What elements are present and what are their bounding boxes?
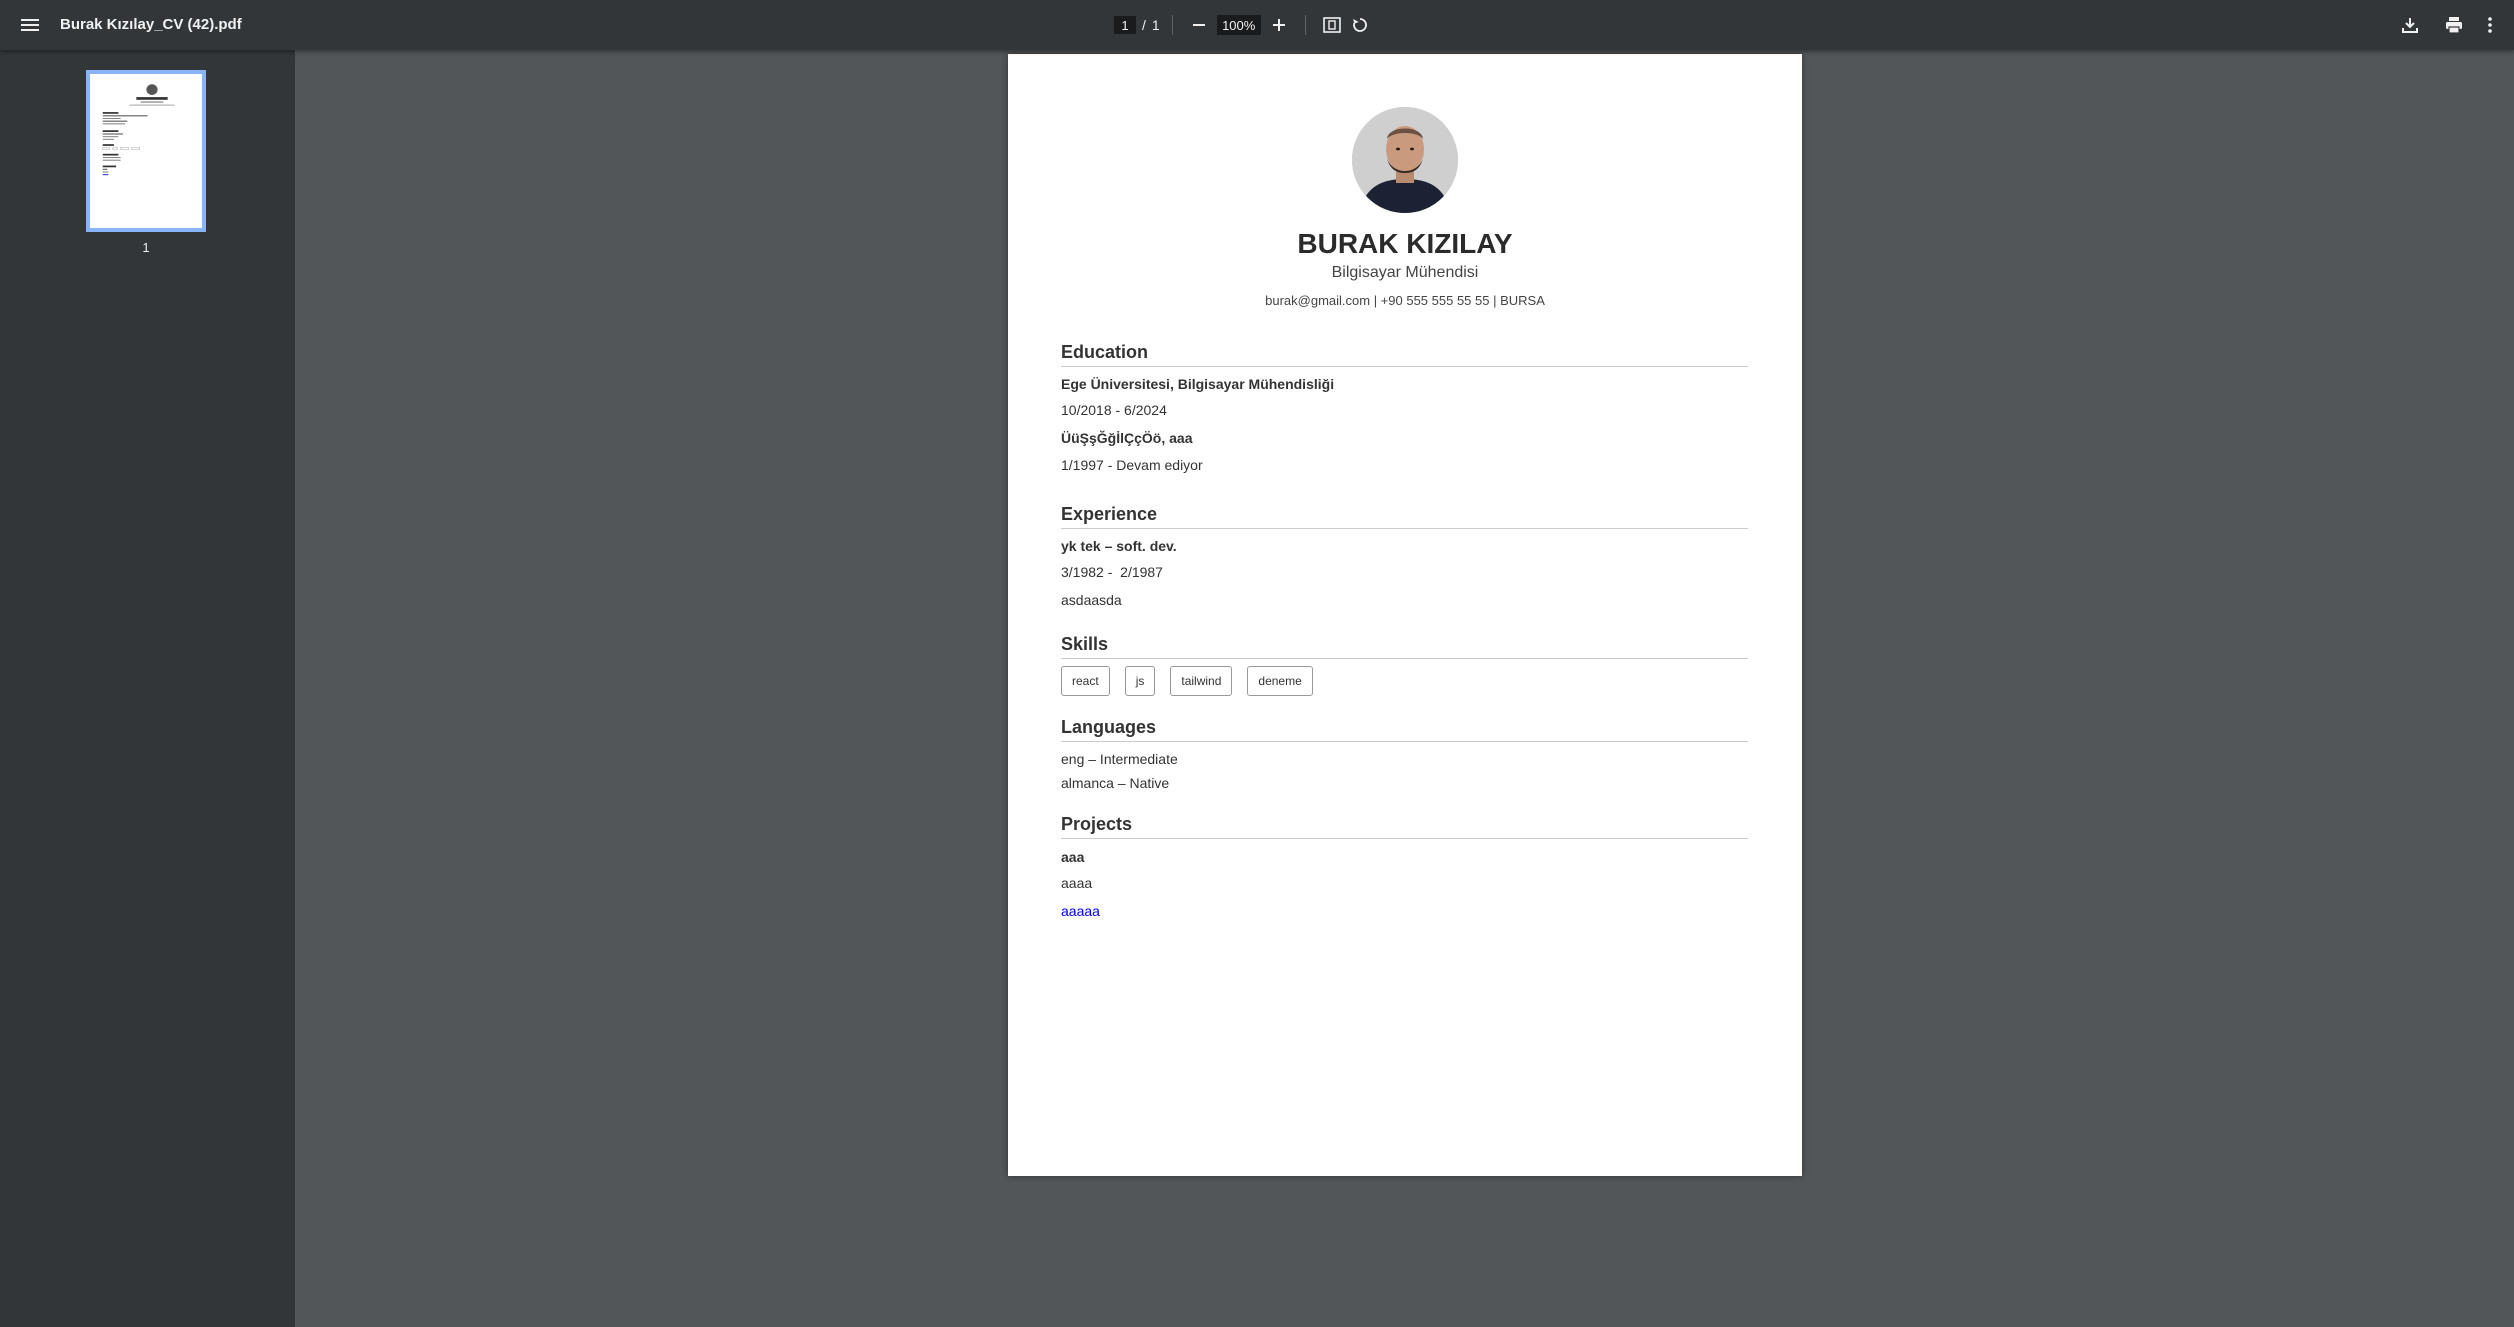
divider [1171,15,1173,35]
thumbnail-preview [102,84,175,176]
minus-icon [1192,24,1205,26]
rotate-button[interactable] [1346,11,1374,39]
skill-chip: deneme [1247,666,1313,696]
plus-icon [1272,19,1285,31]
pdf-toolbar: Burak Kızılay_CV (42).pdf / 1 [0,0,2514,50]
toolbar-actions [2396,0,2504,50]
download-button[interactable] [2396,11,2424,39]
more-vert-icon [2488,17,2492,33]
skills-heading: Skills [1061,634,1748,659]
education-item-title: Ege Üniversitesi, Bilgisayar Mühendisliğ… [1061,376,1335,392]
fit-to-page-button[interactable] [1318,11,1346,39]
education-item-dates: 1/1997 - Devam ediyor [1061,457,1203,473]
page-controls: / 1 [1114,0,1374,50]
cv-contact-info: burak@gmail.com | +90 555 555 55 55 | BU… [1265,293,1545,308]
experience-item-description: asdaasda [1061,592,1122,608]
zoom-out-button[interactable] [1185,11,1213,39]
download-icon [2402,18,2418,33]
skill-chip: js [1124,666,1156,696]
print-button[interactable] [2440,11,2468,39]
menu-icon[interactable] [18,13,42,37]
fit-page-icon [1322,17,1341,33]
rotate-icon [1352,18,1367,32]
total-pages: 1 [1151,17,1160,33]
project-item-title: aaa [1061,849,1085,865]
page-number-input[interactable] [1114,16,1136,34]
education-item-title: ÜüŞşĞğİlÇçÖö, aaa [1061,430,1193,446]
zoom-in-button[interactable] [1265,11,1293,39]
project-item-link[interactable]: aaaaa [1061,903,1100,919]
thumbnail-sidebar: 1 [0,50,295,1327]
language-item: eng – Intermediate [1061,751,1178,767]
education-heading: Education [1061,342,1748,367]
divider [1304,15,1306,35]
projects-heading: Projects [1061,814,1748,839]
languages-heading: Languages [1061,717,1748,742]
person-photo-icon [1352,107,1458,213]
skill-chip: tailwind [1170,666,1233,696]
thumbnail-page-number: 1 [142,240,150,255]
profile-photo [1352,107,1458,213]
print-icon [2446,17,2462,34]
more-options-button[interactable] [2476,11,2504,39]
experience-heading: Experience [1061,504,1748,529]
zoom-input[interactable] [1216,15,1261,35]
education-item-dates: 10/2018 - 6/2024 [1061,402,1167,418]
project-item-description: aaaa [1061,875,1093,891]
language-item: almanca – Native [1061,775,1170,791]
experience-item-title: yk tek – soft. dev. [1061,538,1177,554]
skills-list: react js tailwind deneme [1061,666,1313,696]
page-separator: / [1142,17,1146,33]
cv-job-title: Bilgisayar Mühendisi [1331,264,1479,281]
pdf-page: BURAK KIZILAY Bilgisayar Mühendisi burak… [1008,54,1802,1176]
cv-name: BURAK KIZILAY [1297,228,1513,259]
experience-item-dates: 3/1982 - 2/1987 [1061,564,1163,580]
skill-chip: react [1061,666,1110,696]
page-thumbnail[interactable] [86,70,206,232]
file-title: Burak Kızılay_CV (42).pdf [60,16,242,33]
